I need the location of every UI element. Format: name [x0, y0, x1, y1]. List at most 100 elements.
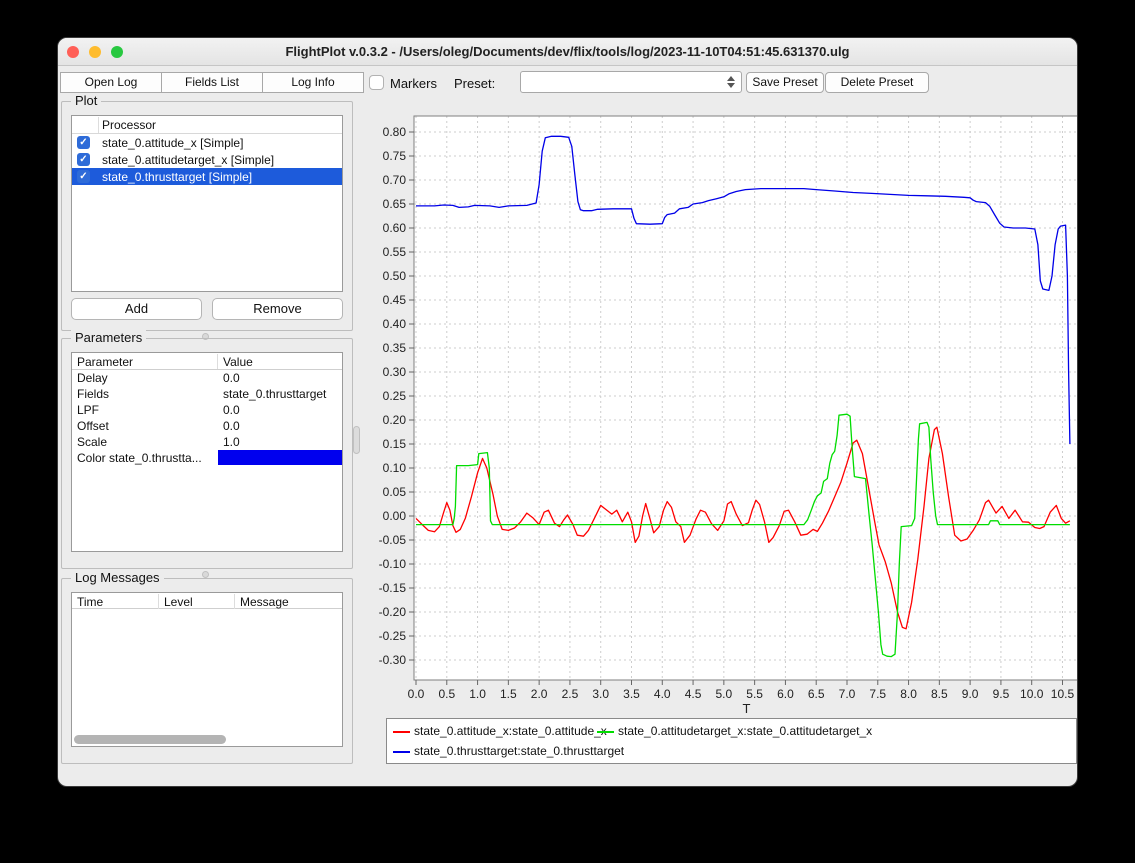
plot-panel: Plot Processor ✓state_0.attitude_x [Simp… [61, 101, 353, 331]
x-tick-label: 7.5 [869, 687, 886, 701]
log-messages-panel-title: Log Messages [71, 570, 164, 585]
log-messages-table[interactable]: Time Level Message [71, 592, 343, 747]
legend-line-swatch [597, 731, 614, 733]
splitter-handle[interactable] [202, 571, 209, 578]
plot-panel-title: Plot [71, 93, 101, 108]
y-tick-label: -0.25 [379, 629, 407, 643]
delete-preset-button[interactable]: Delete Preset [825, 72, 929, 93]
y-tick-label: 0.40 [383, 317, 407, 331]
row-checkbox[interactable]: ✓ [77, 170, 90, 183]
legend-line-swatch [393, 731, 410, 733]
y-tick-label: 0.30 [383, 365, 407, 379]
parameter-name: Scale [77, 435, 217, 449]
y-tick-label: 0.50 [383, 269, 407, 283]
y-tick-label: 0.10 [383, 461, 407, 475]
parameter-row[interactable]: Delay0.0 [72, 370, 342, 386]
parameters-table-header: Parameter Value [72, 353, 342, 370]
y-tick-label: 0.60 [383, 221, 407, 235]
y-tick-label: 0.75 [383, 149, 407, 163]
x-tick-label: 7.0 [839, 687, 856, 701]
x-tick-label: 8.5 [931, 687, 948, 701]
preset-label: Preset: [454, 76, 495, 91]
parameter-value: 0.0 [223, 419, 341, 433]
plot-series-list[interactable]: Processor ✓ state_0.attitude_x [Simple] ✓ s… [71, 115, 343, 292]
plot-background[interactable] [414, 116, 1078, 680]
row-checkbox[interactable]: ✓ [77, 153, 90, 166]
list-column-header: Processor [72, 116, 342, 134]
y-tick-label: 0.25 [383, 389, 407, 403]
parameters-panel: Parameters Parameter Value Delay0.0Field… [61, 338, 353, 569]
chart-plot-area[interactable]: 0.800.750.700.650.600.550.500.450.400.35… [356, 98, 1078, 716]
x-tick-label: 9.0 [962, 687, 979, 701]
legend-label: state_0.attitudetarget_x:state_0.attitud… [618, 724, 872, 738]
x-tick-label: 6.5 [808, 687, 825, 701]
parameter-name: LPF [77, 403, 217, 417]
parameter-row[interactable]: Scale 1.0 [72, 434, 342, 450]
add-button[interactable]: Add [71, 298, 202, 320]
x-tick-label: 3.0 [592, 687, 609, 701]
x-axis-title: T [743, 701, 751, 716]
list-item[interactable]: ✓ state_0.thrusttarget [Simple] [72, 168, 342, 185]
y-tick-label: -0.15 [379, 581, 407, 595]
parameter-row[interactable]: LPF 0.0 [72, 402, 342, 418]
list-item-label: state_0.thrusttarget [Simple] [102, 170, 252, 184]
x-tick-label: 6.0 [777, 687, 794, 701]
parameter-value: 0.0 [223, 403, 341, 417]
parameter-row[interactable]: Fields state_0.thrusttarget [72, 386, 342, 402]
log-info-button[interactable]: Log Info [262, 72, 364, 93]
window-title: FlightPlot v.0.3.2 - /Users/oleg/Documen… [58, 44, 1077, 59]
list-item[interactable]: ✓ state_0.attitude_x [Simple] [72, 134, 342, 151]
app-window: FlightPlot v.0.3.2 - /Users/oleg/Documen… [57, 37, 1078, 787]
y-tick-label: 0.55 [383, 245, 407, 259]
x-tick-label: 2.5 [562, 687, 579, 701]
horizontal-scrollbar[interactable] [74, 735, 226, 744]
y-tick-label: -0.10 [379, 557, 407, 571]
row-checkbox[interactable]: ✓ [77, 136, 90, 149]
x-tick-label: 8.0 [900, 687, 917, 701]
parameters-panel-title: Parameters [71, 330, 146, 345]
title-bar: FlightPlot v.0.3.2 - /Users/oleg/Documen… [58, 38, 1077, 66]
legend-label: state_0.attitude_x:state_0.attitude_x [414, 724, 607, 738]
y-tick-label: 0.80 [383, 125, 407, 139]
parameter-name: Color state_0.thrustta... [77, 451, 217, 465]
y-tick-label: 0.35 [383, 341, 407, 355]
x-tick-label: 9.5 [993, 687, 1010, 701]
parameter-value: state_0.thrusttarget [223, 387, 341, 401]
parameter-row[interactable]: Color state_0.thrustta... [72, 450, 342, 466]
parameter-row[interactable]: Offset 0.0 [72, 418, 342, 434]
x-tick-label: 4.0 [654, 687, 671, 701]
parameters-table[interactable]: Parameter Value Delay0.0Fields state_0.th… [71, 352, 343, 552]
legend-label: state_0.thrusttarget:state_0.thrusttarge… [414, 744, 624, 758]
save-preset-button[interactable]: Save Preset [746, 72, 824, 93]
list-item-label: state_0.attitudetarget_x [Simple] [102, 153, 274, 167]
y-tick-label: 0.05 [383, 485, 407, 499]
remove-button[interactable]: Remove [212, 298, 343, 320]
x-tick-label: 0.0 [408, 687, 425, 701]
y-tick-label: -0.20 [379, 605, 407, 619]
parameter-name: Fields [77, 387, 217, 401]
parameter-value: 1.0 [223, 435, 341, 449]
list-item-label: state_0.attitude_x [Simple] [102, 136, 243, 150]
list-item[interactable]: ✓ state_0.attitudetarget_x [Simple] [72, 151, 342, 168]
chart-legend: state_0.attitude_x:state_0.attitude_xsta… [386, 718, 1077, 764]
y-tick-label: 0.45 [383, 293, 407, 307]
x-tick-label: 1.5 [500, 687, 517, 701]
fields-list-button[interactable]: Fields List [161, 72, 263, 93]
y-tick-label: 0.65 [383, 197, 407, 211]
preset-combobox[interactable] [520, 71, 742, 93]
y-tick-label: 0.15 [383, 437, 407, 451]
x-tick-label: 3.5 [623, 687, 640, 701]
legend-line-swatch [393, 751, 410, 753]
x-tick-label: 5.0 [716, 687, 733, 701]
y-tick-label: -0.05 [379, 533, 407, 547]
y-tick-label: 0.20 [383, 413, 407, 427]
color-swatch[interactable] [218, 450, 342, 465]
x-tick-label: 10.0 [1020, 687, 1044, 701]
markers-label: Markers [390, 76, 437, 91]
parameter-name: Offset [77, 419, 217, 433]
markers-checkbox[interactable] [369, 75, 384, 90]
x-tick-label: 2.0 [531, 687, 548, 701]
x-tick-label: 10.5 [1051, 687, 1075, 701]
combobox-stepper-icon[interactable] [724, 74, 738, 90]
open-log-button[interactable]: Open Log [60, 72, 162, 93]
